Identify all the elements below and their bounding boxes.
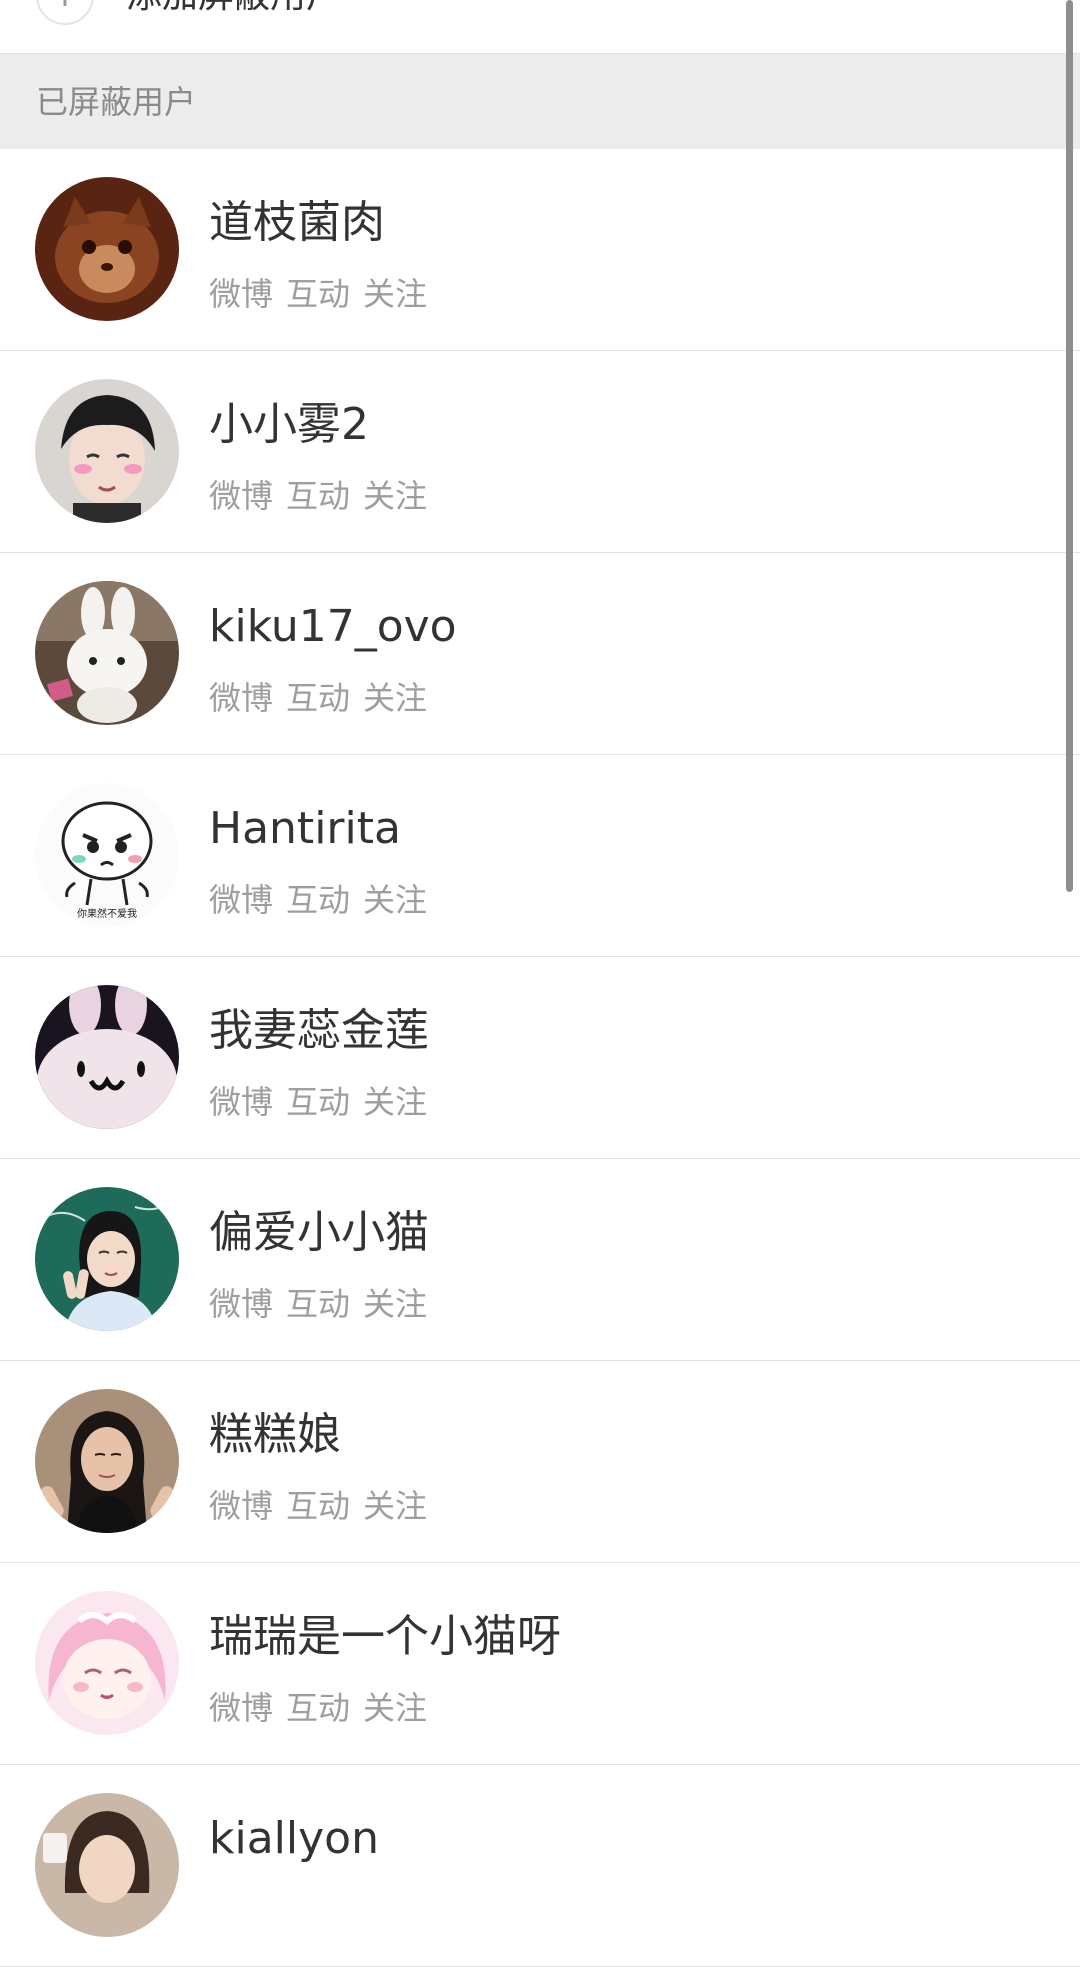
user-name: kiallyon <box>209 1813 379 1864</box>
user-actions: 微博 互动 关注 <box>209 1687 440 1729</box>
weibo-link[interactable]: 微博 <box>209 275 273 313</box>
user-actions: 微博 互动 关注 <box>209 1485 440 1527</box>
bunny-avatar[interactable] <box>35 985 179 1129</box>
section-title: 已屏蔽用户 <box>36 83 197 121</box>
user-actions: 微博 互动 关注 <box>209 273 440 315</box>
follow-link[interactable]: 关注 <box>363 1285 427 1323</box>
weibo-link[interactable]: 微博 <box>209 1487 273 1525</box>
user-name: 偏爱小小猫 <box>209 1207 429 1258</box>
interact-link[interactable]: 互动 <box>286 477 350 515</box>
boy-avatar[interactable] <box>35 379 179 523</box>
follow-link[interactable]: 关注 <box>363 1487 427 1525</box>
follow-link[interactable]: 关注 <box>363 679 427 717</box>
user-name: 糕糕娘 <box>209 1409 341 1460</box>
user-actions: 微博 互动 关注 <box>209 1283 440 1325</box>
cat-avatar[interactable] <box>35 177 179 321</box>
girl-avatar-2[interactable] <box>35 1793 179 1937</box>
user-actions: 微博 互动 关注 <box>209 879 440 921</box>
interact-link[interactable]: 互动 <box>286 881 350 919</box>
weibo-link[interactable]: 微博 <box>209 679 273 717</box>
interact-link[interactable]: 互动 <box>286 1285 350 1323</box>
anime-girl-avatar[interactable] <box>35 1591 179 1735</box>
scrollbar[interactable] <box>1066 0 1073 892</box>
weibo-link[interactable]: 微博 <box>209 1689 273 1727</box>
blocked-user-row[interactable]: 瑞瑞是一个小猫呀 微博 互动 关注 <box>0 1563 1080 1765</box>
weibo-link[interactable]: 微博 <box>209 881 273 919</box>
girl-chalkboard-avatar[interactable] <box>35 1187 179 1331</box>
user-actions: 微博 互动 关注 <box>209 1081 440 1123</box>
user-name: 小小雾2 <box>209 399 369 450</box>
user-name: 瑞瑞是一个小猫呀 <box>209 1611 561 1662</box>
avatar-caption: 你果然不爱我 <box>77 907 137 920</box>
user-actions: 微博 互动 关注 <box>209 677 440 719</box>
user-name: kiku17_ovo <box>209 601 457 652</box>
blocked-user-row[interactable]: 我妻蕊金莲 微博 互动 关注 <box>0 957 1080 1159</box>
blocked-user-row[interactable]: 糕糕娘 微博 互动 关注 <box>0 1361 1080 1563</box>
weibo-link[interactable]: 微博 <box>209 477 273 515</box>
user-name: 道枝菌肉 <box>209 197 385 248</box>
blocked-user-row[interactable]: 道枝菌肉 微博 互动 关注 <box>0 149 1080 351</box>
add-blocked-user-row[interactable]: + 添加屏蔽用户 <box>0 0 1080 54</box>
girl-avatar[interactable] <box>35 1389 179 1533</box>
interact-link[interactable]: 互动 <box>286 1487 350 1525</box>
cartoon-avatar[interactable]: 你果然不爱我 <box>35 783 179 927</box>
blocked-user-row[interactable]: 小小雾2 微博 互动 关注 <box>0 351 1080 553</box>
plus-icon: + <box>36 0 94 25</box>
blocked-user-row[interactable]: kiku17_ovo 微博 互动 关注 <box>0 553 1080 755</box>
follow-link[interactable]: 关注 <box>363 881 427 919</box>
user-actions: 微博 互动 关注 <box>209 475 440 517</box>
weibo-link[interactable]: 微博 <box>209 1285 273 1323</box>
interact-link[interactable]: 互动 <box>286 679 350 717</box>
plush-rabbit-avatar[interactable] <box>35 581 179 725</box>
interact-link[interactable]: 互动 <box>286 275 350 313</box>
blocked-user-list: 道枝菌肉 微博 互动 关注 小小雾2 微博 互动 关注 kiku17_ovo 微… <box>0 149 1080 1967</box>
blocked-user-row[interactable]: 偏爱小小猫 微博 互动 关注 <box>0 1159 1080 1361</box>
interact-link[interactable]: 互动 <box>286 1083 350 1121</box>
follow-link[interactable]: 关注 <box>363 275 427 313</box>
user-name: Hantirita <box>209 803 401 854</box>
follow-link[interactable]: 关注 <box>363 1689 427 1727</box>
weibo-link[interactable]: 微博 <box>209 1083 273 1121</box>
follow-link[interactable]: 关注 <box>363 1083 427 1121</box>
add-blocked-user-label: 添加屏蔽用户 <box>126 0 342 20</box>
interact-link[interactable]: 互动 <box>286 1689 350 1727</box>
follow-link[interactable]: 关注 <box>363 477 427 515</box>
blocked-user-row[interactable]: 你果然不爱我 Hantirita 微博 互动 关注 <box>0 755 1080 957</box>
section-header: 已屏蔽用户 <box>0 54 1080 149</box>
user-name: 我妻蕊金莲 <box>209 1005 429 1056</box>
blocked-user-row[interactable]: kiallyon <box>0 1765 1080 1967</box>
